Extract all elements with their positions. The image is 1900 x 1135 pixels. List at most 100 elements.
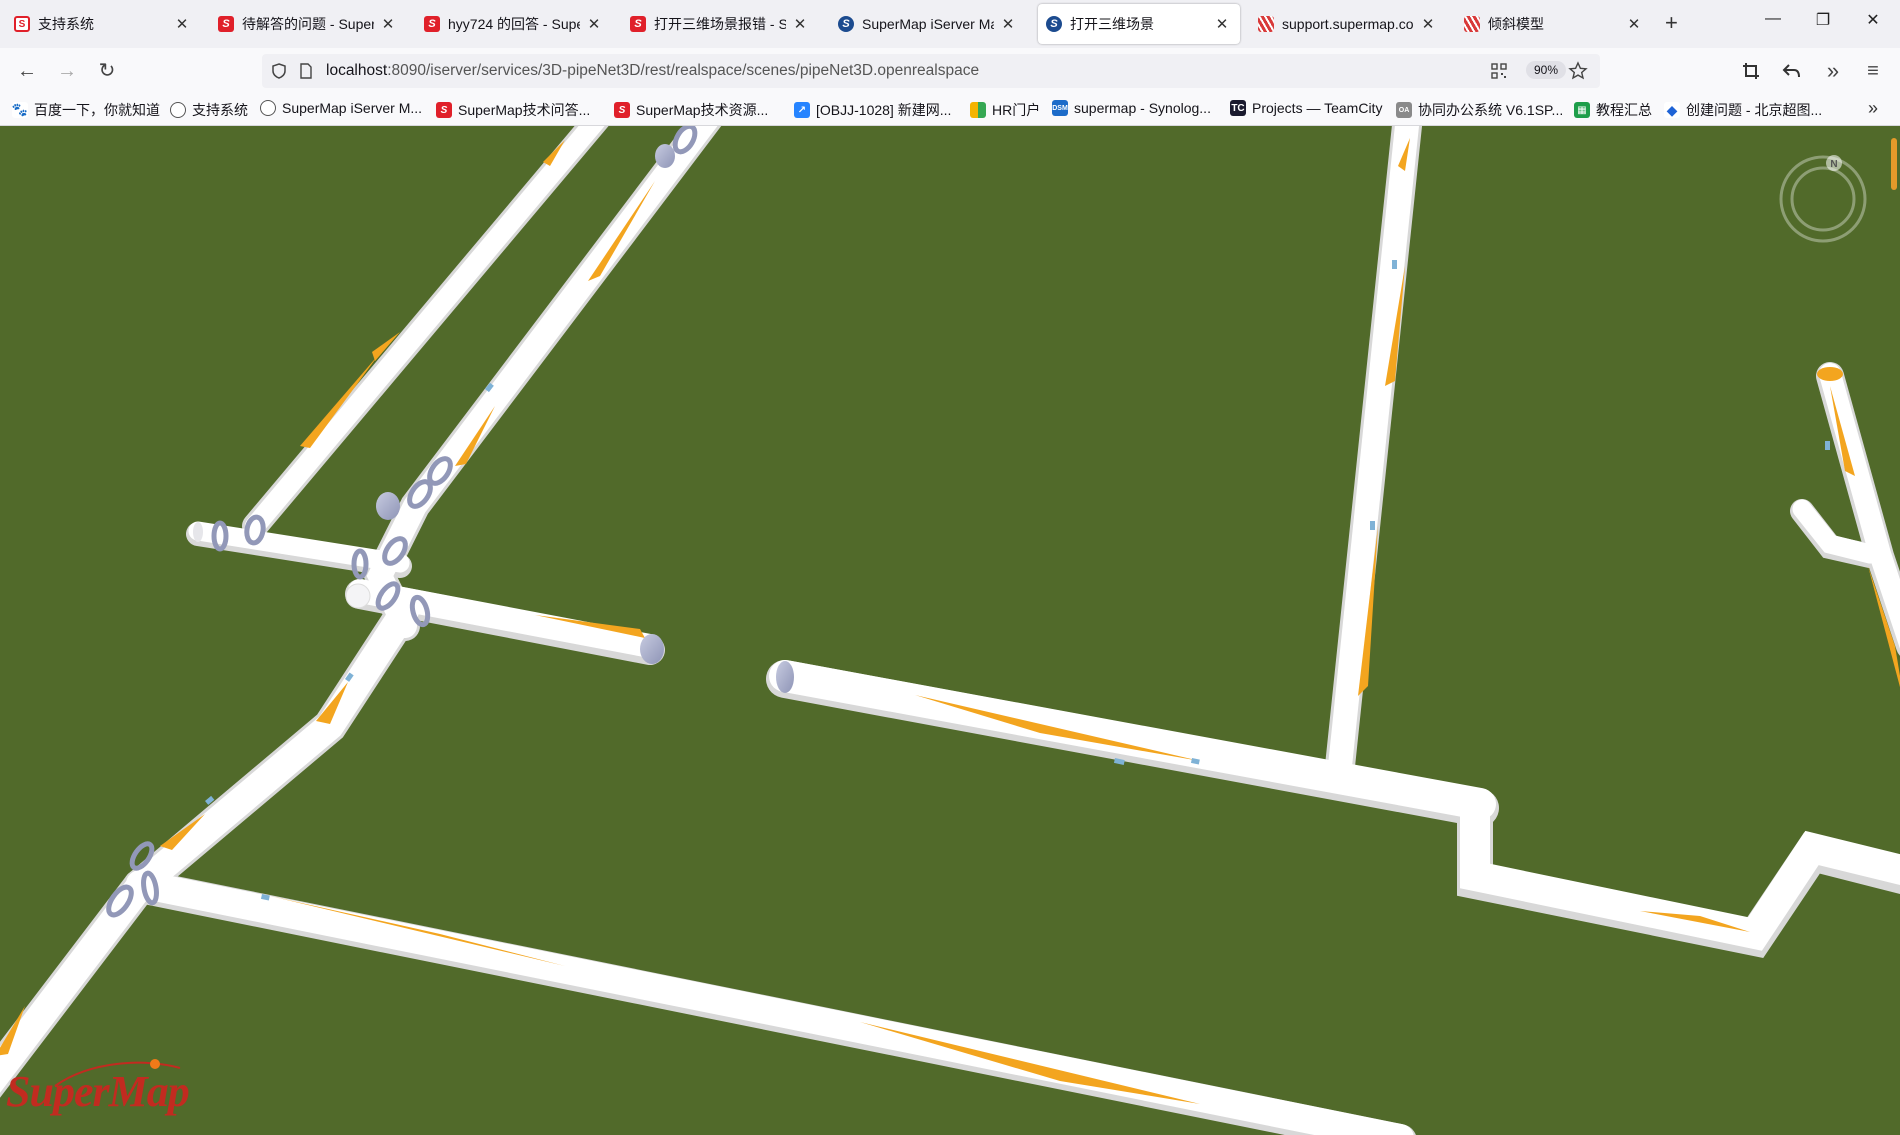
close-icon[interactable]: ✕ <box>584 15 604 33</box>
more-tools-chevron-icon[interactable]: » <box>1820 58 1846 84</box>
tab-2[interactable]: S hyy724 的回答 - Super ✕ <box>416 4 612 44</box>
bookmark-item[interactable]: SuperMap iServer M... <box>260 100 422 116</box>
close-icon[interactable]: ✕ <box>1212 15 1232 33</box>
bookmark-item[interactable]: ▦ 教程汇总 <box>1574 100 1652 120</box>
office-icon: OA <box>1396 102 1412 118</box>
tab-3[interactable]: S 打开三维场景报错 - Sup ✕ <box>622 4 818 44</box>
close-icon[interactable]: ✕ <box>172 15 192 33</box>
url-host: localhost <box>326 62 388 79</box>
tab-7[interactable]: 倾斜模型 ✕ <box>1456 4 1652 44</box>
bookmark-item[interactable]: ◆ 创建问题 - 北京超图... <box>1664 100 1822 120</box>
close-icon[interactable]: ✕ <box>998 15 1018 33</box>
supermap-s-icon: S <box>218 16 234 32</box>
supermap-logo: SuperMap <box>6 1067 190 1116</box>
tab-6[interactable]: support.supermap.con ✕ <box>1250 4 1446 44</box>
bookmark-item[interactable]: S SuperMap技术问答... <box>436 100 590 120</box>
globe-icon <box>260 100 276 116</box>
bookmark-item[interactable]: S SuperMap技术资源... <box>614 100 768 120</box>
bookmark-label: supermap - Synolog... <box>1074 100 1211 116</box>
close-icon[interactable]: ✕ <box>1418 15 1438 33</box>
pipe-marker <box>1392 260 1397 269</box>
menu-hamburger-icon[interactable]: ≡ <box>1860 58 1886 84</box>
pipe-segment[interactable] <box>126 870 1414 1135</box>
stripes-icon <box>1464 16 1480 32</box>
pipe-edges <box>0 126 1900 1135</box>
tab-title: 打开三维场景报错 - Sup <box>654 16 786 32</box>
crop-screenshot-icon[interactable] <box>1742 62 1760 80</box>
page-icon[interactable] <box>298 63 314 79</box>
close-icon[interactable]: ✕ <box>378 15 398 33</box>
bookmark-label: 支持系统 <box>192 102 248 118</box>
close-icon[interactable]: ✕ <box>790 15 810 33</box>
tab-4[interactable]: S SuperMap iServer Mar ✕ <box>830 4 1026 44</box>
pipe-cap <box>193 522 203 542</box>
bookmark-label: 协同办公系统 V6.1SP... <box>1418 102 1564 118</box>
tab-5-active[interactable]: S 打开三维场景 ✕ <box>1038 4 1240 44</box>
pipe-cap <box>345 583 371 609</box>
undo-arrow-icon[interactable] <box>1782 62 1802 80</box>
tab-title: 倾斜模型 <box>1488 16 1544 32</box>
compass-control[interactable]: N <box>1778 154 1868 244</box>
bookmark-item[interactable]: 🐾 百度一下，你就知道 <box>12 100 160 120</box>
bookmark-item[interactable]: TC Projects — TeamCity <box>1230 100 1382 116</box>
bookmark-label: 创建问题 - 北京超图... <box>1686 102 1823 118</box>
bookmark-label: Projects — TeamCity <box>1252 100 1383 116</box>
url-text[interactable]: localhost:8090/iserver/services/3D-pipeN… <box>326 62 979 80</box>
pipe-marker <box>1370 521 1375 530</box>
stripes-icon <box>1258 16 1274 32</box>
scrollbar-thumb[interactable] <box>1891 138 1897 190</box>
bookmarks-overflow-chevron-icon[interactable]: » <box>1868 98 1878 119</box>
pipe-marker <box>1825 441 1830 450</box>
close-window-button[interactable]: ✕ <box>1858 10 1888 30</box>
bookmark-item[interactable]: OA 协同办公系统 V6.1SP... <box>1396 100 1563 120</box>
new-tab-button[interactable]: + <box>1665 10 1678 36</box>
supermap-s-icon: S <box>424 16 440 32</box>
close-icon[interactable]: ✕ <box>1624 15 1644 33</box>
back-button[interactable]: ← <box>14 58 40 84</box>
url-path: :8090/iserver/services/3D-pipeNet3D/rest… <box>387 62 980 79</box>
compass-north-label: N <box>1830 159 1837 170</box>
tab-title: 打开三维场景 <box>1070 16 1154 32</box>
bookmark-label: HR门户 <box>992 102 1041 118</box>
dsm-icon: DSM <box>1052 100 1068 116</box>
tab-0[interactable]: S 支持系统 ✕ <box>6 4 200 44</box>
bookmark-label: 百度一下，你就知道 <box>34 102 160 118</box>
restore-button[interactable]: ❐ <box>1808 10 1838 30</box>
iserver-icon: S <box>838 16 854 32</box>
pipe-network-scene[interactable] <box>0 126 1900 1135</box>
bookmark-item[interactable]: DSM supermap - Synolog... <box>1052 100 1211 116</box>
tab-title: SuperMap iServer Mar <box>862 16 994 32</box>
bookmark-item[interactable]: ↗ [OBJJ-1028] 新建网... <box>794 100 951 120</box>
pipe-cap <box>1817 367 1843 381</box>
pipe-segment[interactable] <box>1819 363 1900 649</box>
bookmark-item[interactable]: 支持系统 <box>170 100 248 120</box>
bookmark-label: SuperMap技术问答... <box>458 102 591 118</box>
qr-code-icon[interactable] <box>1490 62 1508 80</box>
flow-arrows <box>0 138 1900 1104</box>
bookmarks-toolbar: 🐾 百度一下，你就知道 支持系统 SuperMap iServer M... SS… <box>0 94 1900 126</box>
3d-scene-viewport[interactable]: N SuperMap <box>0 126 1900 1135</box>
pipe-segment[interactable] <box>1328 126 1420 778</box>
shield-icon[interactable] <box>270 62 288 80</box>
zoom-level[interactable]: 90% <box>1526 61 1567 79</box>
reload-button[interactable]: ↻ <box>94 58 120 84</box>
minimize-button[interactable]: — <box>1758 10 1788 28</box>
navigation-toolbar: ← → ↻ localhost:8090/iserver/services/3D… <box>0 48 1900 94</box>
pipe-segment[interactable] <box>769 660 1496 820</box>
url-bar[interactable]: localhost:8090/iserver/services/3D-pipeN… <box>262 54 1600 88</box>
tab-title: 待解答的问题 - SuperM <box>242 16 374 32</box>
supermap-s-icon: S <box>14 16 30 32</box>
tab-strip: S 支持系统 ✕ S 待解答的问题 - SuperM ✕ S hyy724 的回… <box>0 0 1900 48</box>
forward-button[interactable]: → <box>54 58 80 84</box>
bookmark-label: SuperMap技术资源... <box>636 102 769 118</box>
pipe-cap <box>655 144 675 168</box>
bookmark-item[interactable]: HR门户 <box>970 100 1040 120</box>
teamcity-icon: TC <box>1230 100 1246 116</box>
tab-1[interactable]: S 待解答的问题 - SuperM ✕ <box>210 4 406 44</box>
supermap-s-icon: S <box>630 16 646 32</box>
pipe-cap <box>376 492 400 520</box>
iserver-icon: S <box>1046 16 1062 32</box>
pipe-cap <box>640 634 664 664</box>
supermap-s-icon: S <box>436 102 452 118</box>
bookmark-star-icon[interactable] <box>1568 61 1588 81</box>
